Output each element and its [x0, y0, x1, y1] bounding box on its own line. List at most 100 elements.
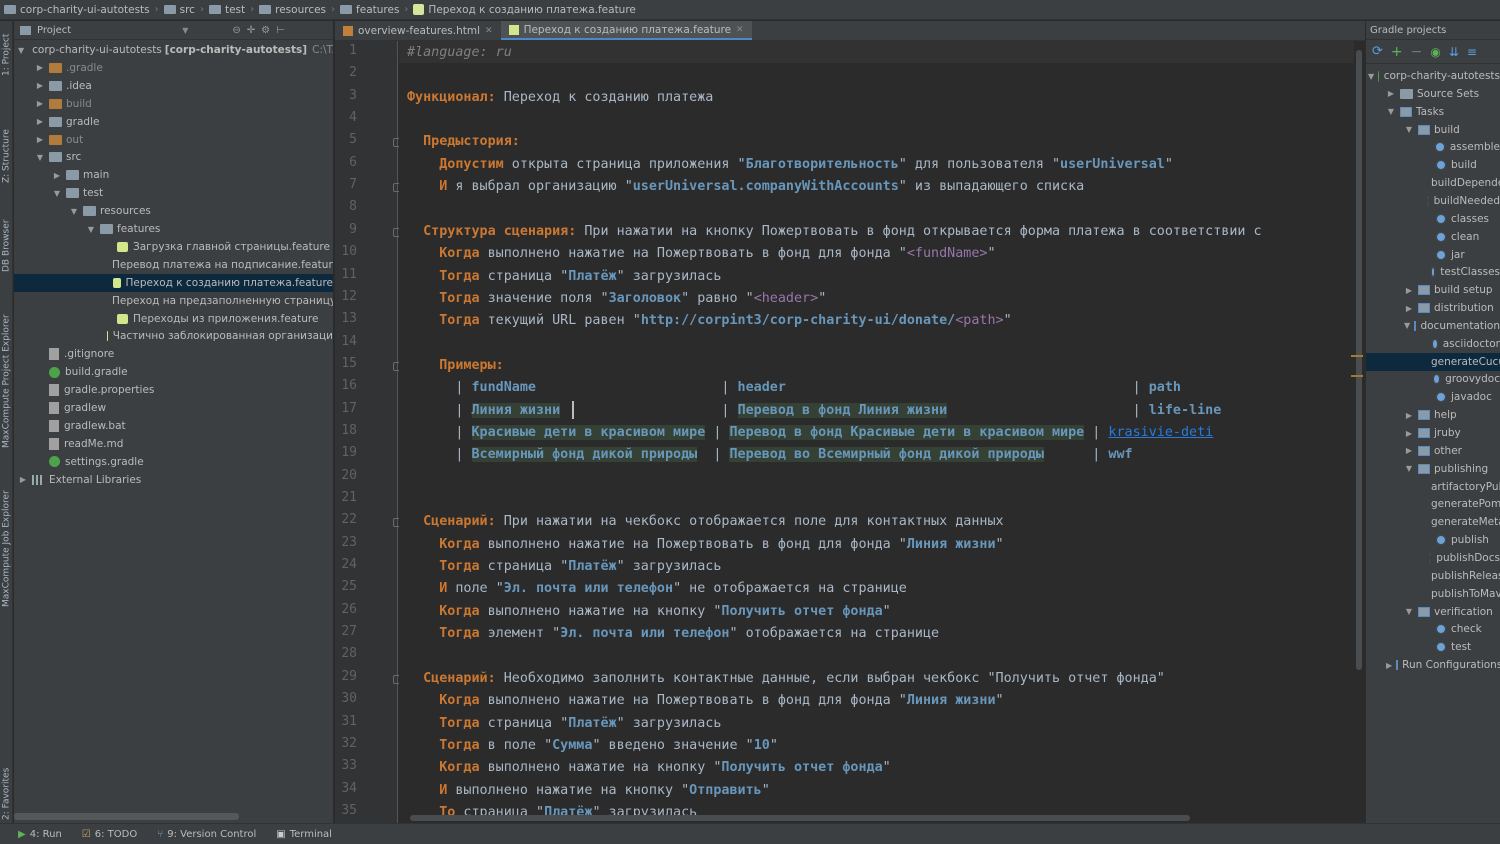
- tool-db-browser[interactable]: DB Browser: [0, 211, 13, 281]
- folder-item[interactable]: ▶ main: [14, 166, 333, 184]
- gradle-task-item[interactable]: publishToMavenLocal: [1366, 585, 1500, 603]
- feature-file-item[interactable]: Перевод платежа на подписание.feature: [14, 256, 333, 274]
- gradle-task-item[interactable]: artifactoryPublish: [1366, 478, 1500, 496]
- file-item[interactable]: gradle.properties: [14, 381, 333, 399]
- collapse-all-icon[interactable]: ⇊: [1449, 45, 1459, 59]
- collapsed-arrow-icon[interactable]: ▶: [35, 135, 45, 144]
- file-item[interactable]: settings.gradle: [14, 453, 333, 471]
- expanded-arrow-icon[interactable]: ▼: [1404, 125, 1414, 134]
- collapsed-arrow-icon[interactable]: ▶: [35, 63, 45, 72]
- gradle-group-item[interactable]: ▶ Source Sets: [1366, 85, 1500, 103]
- feature-file-item[interactable]: Загрузка главной страницы.feature: [14, 238, 333, 256]
- feature-file-item[interactable]: Частично заблокированная организаци: [14, 327, 333, 345]
- tool-window-button[interactable]: ▣ Terminal: [276, 829, 332, 840]
- feature-file-item[interactable]: Переходы из приложения.feature: [14, 310, 333, 328]
- gradle-group-item[interactable]: ▶ build setup: [1366, 281, 1500, 299]
- gradle-task-item[interactable]: buildDependents: [1366, 174, 1500, 192]
- expanded-arrow-icon[interactable]: ▼: [1386, 107, 1396, 116]
- collapsed-arrow-icon[interactable]: ▶: [52, 171, 62, 180]
- breadcrumb-item[interactable]: corp-charity-ui-autotests: [0, 4, 154, 16]
- file-item[interactable]: ▶ External Libraries: [14, 471, 333, 489]
- folder-item[interactable]: ▶ .idea: [14, 77, 333, 95]
- gradle-task-item[interactable]: check: [1366, 620, 1500, 638]
- gradle-task-item[interactable]: build: [1366, 156, 1500, 174]
- expanded-arrow-icon[interactable]: ▼: [35, 153, 45, 162]
- collapsed-arrow-icon[interactable]: ▶: [1404, 429, 1414, 438]
- feature-file-item[interactable]: Переход на предзаполненную страницу: [14, 292, 333, 310]
- tool-maxcompute-project[interactable]: MaxCompute Project Explorer: [0, 306, 13, 456]
- gradle-task-item[interactable]: classes: [1366, 210, 1500, 228]
- tool-window-button[interactable]: ☑ 6: TODO: [82, 829, 137, 840]
- gradle-task-item[interactable]: test: [1366, 638, 1500, 656]
- refresh-icon[interactable]: ⟳: [1372, 44, 1383, 59]
- folder-item[interactable]: ▶ out: [14, 131, 333, 149]
- expanded-arrow-icon[interactable]: ▼: [18, 46, 24, 55]
- collapse-all-icon[interactable]: ✛: [247, 25, 255, 36]
- gradle-task-item[interactable]: groovydoc: [1366, 370, 1500, 388]
- gradle-group-item[interactable]: ▼ corp-charity-autotests: [1366, 67, 1500, 85]
- gradle-task-item[interactable]: publishRelease: [1366, 567, 1500, 585]
- gradle-group-item[interactable]: ▶ help: [1366, 406, 1500, 424]
- gradle-task-item[interactable]: generateMetadata: [1366, 513, 1500, 531]
- tool-structure[interactable]: Z: Structure: [0, 121, 13, 191]
- breadcrumb-item[interactable]: Переход к созданию платежа.feature: [409, 4, 639, 16]
- gradle-group-item[interactable]: ▶ other: [1366, 442, 1500, 460]
- tool-window-button[interactable]: ⑂ 9: Version Control: [157, 829, 256, 840]
- file-item[interactable]: gradlew: [14, 399, 333, 417]
- execute-task-icon[interactable]: ◉: [1430, 45, 1440, 59]
- folder-item[interactable]: ▼ features: [14, 220, 333, 238]
- feature-file-item[interactable]: Переход к созданию платежа.feature: [14, 273, 333, 292]
- gradle-task-item[interactable]: generatePomFile: [1366, 495, 1500, 513]
- gradle-group-item[interactable]: ▼ build: [1366, 121, 1500, 139]
- error-stripe-mark[interactable]: [1351, 375, 1363, 377]
- gradle-task-item[interactable]: buildNeeded: [1366, 192, 1500, 210]
- expanded-arrow-icon[interactable]: ▼: [1404, 607, 1414, 616]
- gradle-group-item[interactable]: ▶ distribution: [1366, 299, 1500, 317]
- tool-maxcompute-job[interactable]: MaxCompute Job Explorer: [0, 481, 13, 616]
- breadcrumb-item[interactable]: test: [205, 4, 249, 16]
- editor-tab[interactable]: Переход к созданию платежа.feature ✕: [500, 21, 752, 40]
- gradle-task-item[interactable]: jar: [1366, 246, 1500, 264]
- project-horizontal-scrollbar[interactable]: [14, 813, 239, 820]
- tool-favorites[interactable]: 2: Favorites: [0, 756, 13, 831]
- expanded-arrow-icon[interactable]: ▼: [86, 225, 96, 234]
- collapsed-arrow-icon[interactable]: ▶: [35, 99, 45, 108]
- gradle-group-item[interactable]: ▼ publishing: [1366, 460, 1500, 478]
- gradle-group-item[interactable]: ▼ verification: [1366, 603, 1500, 621]
- error-stripe-mark[interactable]: [1351, 355, 1363, 357]
- file-item[interactable]: readMe.md: [14, 435, 333, 453]
- code-editor[interactable]: #language: ru Функционал: Переход к созда…: [399, 41, 1354, 823]
- collapsed-arrow-icon[interactable]: ▶: [1404, 446, 1414, 455]
- gradle-task-item[interactable]: asciidoctor: [1366, 335, 1500, 353]
- folder-item[interactable]: ▼ resources: [14, 202, 333, 220]
- folder-item[interactable]: ▼ corp-charity-ui-autotests [corp-charity-…: [14, 41, 333, 59]
- expanded-arrow-icon[interactable]: ▼: [1404, 321, 1410, 330]
- remove-icon[interactable]: −: [1411, 44, 1423, 60]
- gradle-task-item[interactable]: clean: [1366, 228, 1500, 246]
- gradle-group-item[interactable]: ▶ jruby: [1366, 424, 1500, 442]
- gradle-task-item[interactable]: generateCucumberReports: [1366, 352, 1500, 371]
- close-icon[interactable]: ✕: [736, 25, 744, 35]
- editor-scroll-thumb[interactable]: [1356, 50, 1362, 670]
- expanded-arrow-icon[interactable]: ▼: [52, 189, 62, 198]
- expanded-arrow-icon[interactable]: ▼: [1404, 464, 1414, 473]
- gradle-task-item[interactable]: publish: [1366, 531, 1500, 549]
- project-panel-title[interactable]: Project: [37, 25, 71, 36]
- gradle-task-item[interactable]: assemble: [1366, 138, 1500, 156]
- collapsed-arrow-icon[interactable]: ▶: [1404, 411, 1414, 420]
- breadcrumb-item[interactable]: src: [160, 4, 199, 16]
- collapsed-arrow-icon[interactable]: ▶: [1404, 304, 1414, 313]
- file-item[interactable]: build.gradle: [14, 363, 333, 381]
- toggle-offline-icon[interactable]: ≡: [1467, 45, 1477, 59]
- expanded-arrow-icon[interactable]: ▼: [1368, 72, 1374, 81]
- collapsed-arrow-icon[interactable]: ▶: [35, 81, 45, 90]
- tool-window-button[interactable]: ▶ 4: Run: [18, 829, 62, 840]
- chevron-down-icon[interactable]: ▼: [182, 26, 188, 35]
- gradle-task-item[interactable]: testClasses: [1366, 263, 1500, 281]
- folder-item[interactable]: ▼ test: [14, 184, 333, 202]
- breadcrumb-item[interactable]: resources: [255, 4, 330, 16]
- folder-item[interactable]: ▼ src: [14, 148, 333, 166]
- gear-icon[interactable]: ⚙: [261, 25, 270, 36]
- editor-horizontal-scrollbar[interactable]: [410, 815, 1190, 821]
- file-item[interactable]: .gitignore: [14, 345, 333, 363]
